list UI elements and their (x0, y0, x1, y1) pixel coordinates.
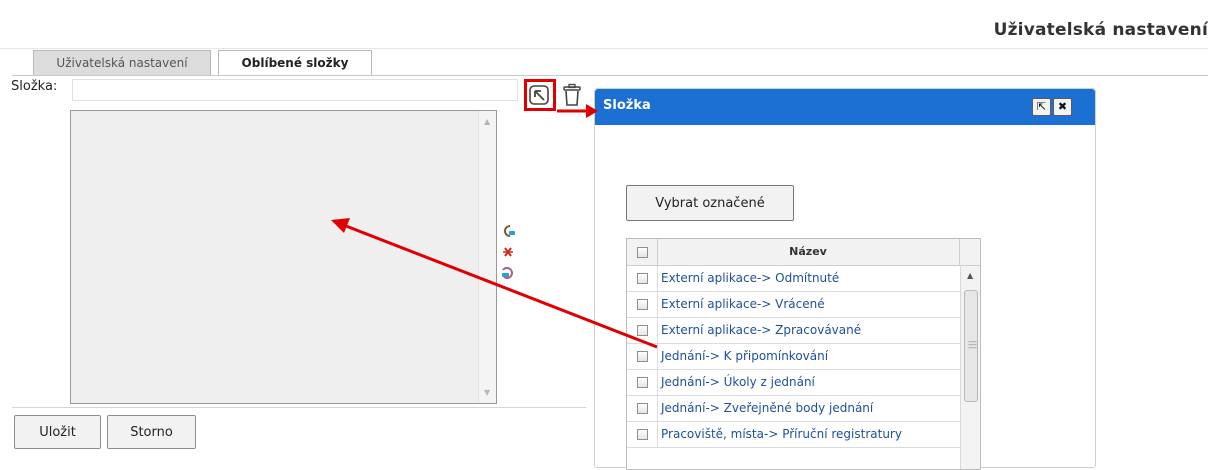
folder-input[interactable] (72, 79, 518, 101)
row-link[interactable]: Externí aplikace-> Vrácené (661, 297, 825, 311)
tab-user-settings[interactable]: Uživatelská nastavení (33, 50, 211, 75)
row-divider (657, 292, 658, 317)
select-marked-button[interactable]: Vybrat označené (626, 185, 794, 221)
tab-favorite-folders[interactable]: Oblíbené složky (218, 50, 372, 75)
folder-pick-icon (529, 85, 549, 105)
grid-scrollbar[interactable]: ▲ — — — (960, 266, 980, 469)
row-link[interactable]: Jednání-> Zveřejněné body jednání (661, 401, 873, 415)
row-checkbox[interactable] (637, 299, 648, 310)
scroll-down-arrow-icon[interactable]: ▼ (484, 388, 490, 397)
tab-divider (12, 75, 1208, 76)
row-divider (657, 318, 658, 343)
folder-dialog: Složka ⇱ ✖ Vybrat označené Název Externí… (594, 88, 1096, 470)
header-divider (0, 48, 1208, 49)
row-checkbox[interactable] (637, 429, 648, 440)
row-divider (657, 370, 658, 395)
save-button[interactable]: Uložit (14, 415, 101, 449)
table-row[interactable]: Jednání-> K připomínkování (627, 344, 960, 370)
row-link[interactable]: Externí aplikace-> Zpracovávané (661, 323, 861, 337)
trash-icon (563, 83, 581, 106)
column-header-name[interactable]: Název (657, 245, 959, 258)
table-row[interactable]: Externí aplikace-> Odmítnuté (627, 266, 960, 292)
add-favorite-icon[interactable] (500, 223, 516, 239)
remove-favorite-icon[interactable] (500, 244, 516, 260)
delete-button[interactable] (561, 83, 583, 107)
scroll-up-arrow-icon[interactable]: ▲ (967, 271, 973, 280)
select-all-checkbox[interactable] (637, 247, 648, 258)
row-checkbox[interactable] (637, 273, 648, 284)
scroll-up-arrow-icon[interactable]: ▲ (484, 117, 490, 126)
page-title: Uživatelská nastavení (993, 20, 1208, 40)
footer-divider (12, 407, 586, 408)
row-divider (657, 396, 658, 421)
table-row[interactable]: Externí aplikace-> Vrácené (627, 292, 960, 318)
row-checkbox[interactable] (637, 325, 648, 336)
popout-button[interactable]: ⇱ (1032, 98, 1051, 116)
scroll-grip-icon: — — — (968, 337, 977, 353)
row-checkbox[interactable] (637, 403, 648, 414)
column-separator (959, 239, 960, 266)
reload-icon[interactable] (500, 265, 516, 281)
favorite-folders-list[interactable]: ▲ ▼ (70, 110, 497, 404)
list-scrollbar[interactable]: ▲ ▼ (478, 111, 496, 403)
row-checkbox[interactable] (637, 351, 648, 362)
row-divider (657, 344, 658, 369)
table-row[interactable]: Externí aplikace-> Zpracovávané (627, 318, 960, 344)
row-divider (657, 422, 658, 447)
row-link[interactable]: Jednání-> K připomínkování (661, 349, 828, 363)
dialog-header[interactable]: Složka ⇱ ✖ (595, 89, 1095, 125)
table-row[interactable]: Jednání-> Zveřejněné body jednání (627, 396, 960, 422)
table-row[interactable]: Jednání-> Úkoly z jednání (627, 370, 960, 396)
popout-icon: ⇱ (1036, 100, 1047, 113)
cancel-button[interactable]: Storno (107, 415, 196, 449)
table-row[interactable]: Pracoviště, místa-> Příruční registratur… (627, 422, 960, 448)
row-link[interactable]: Externí aplikace-> Odmítnuté (661, 271, 839, 285)
scrollbar-thumb[interactable]: — — — (964, 290, 978, 402)
close-icon: ✖ (1057, 100, 1068, 113)
grid-header: Název (627, 239, 980, 266)
close-button[interactable]: ✖ (1053, 98, 1072, 116)
row-link[interactable]: Jednání-> Úkoly z jednání (661, 375, 815, 389)
folder-label: Složka: (11, 79, 58, 94)
row-divider (657, 266, 658, 291)
dialog-title: Složka (603, 98, 651, 113)
row-link[interactable]: Pracoviště, místa-> Příruční registratur… (661, 427, 902, 441)
row-checkbox[interactable] (637, 377, 648, 388)
folder-grid: Název Externí aplikace-> Odmítnuté Exter… (626, 238, 981, 470)
folder-pick-button[interactable] (524, 79, 556, 111)
